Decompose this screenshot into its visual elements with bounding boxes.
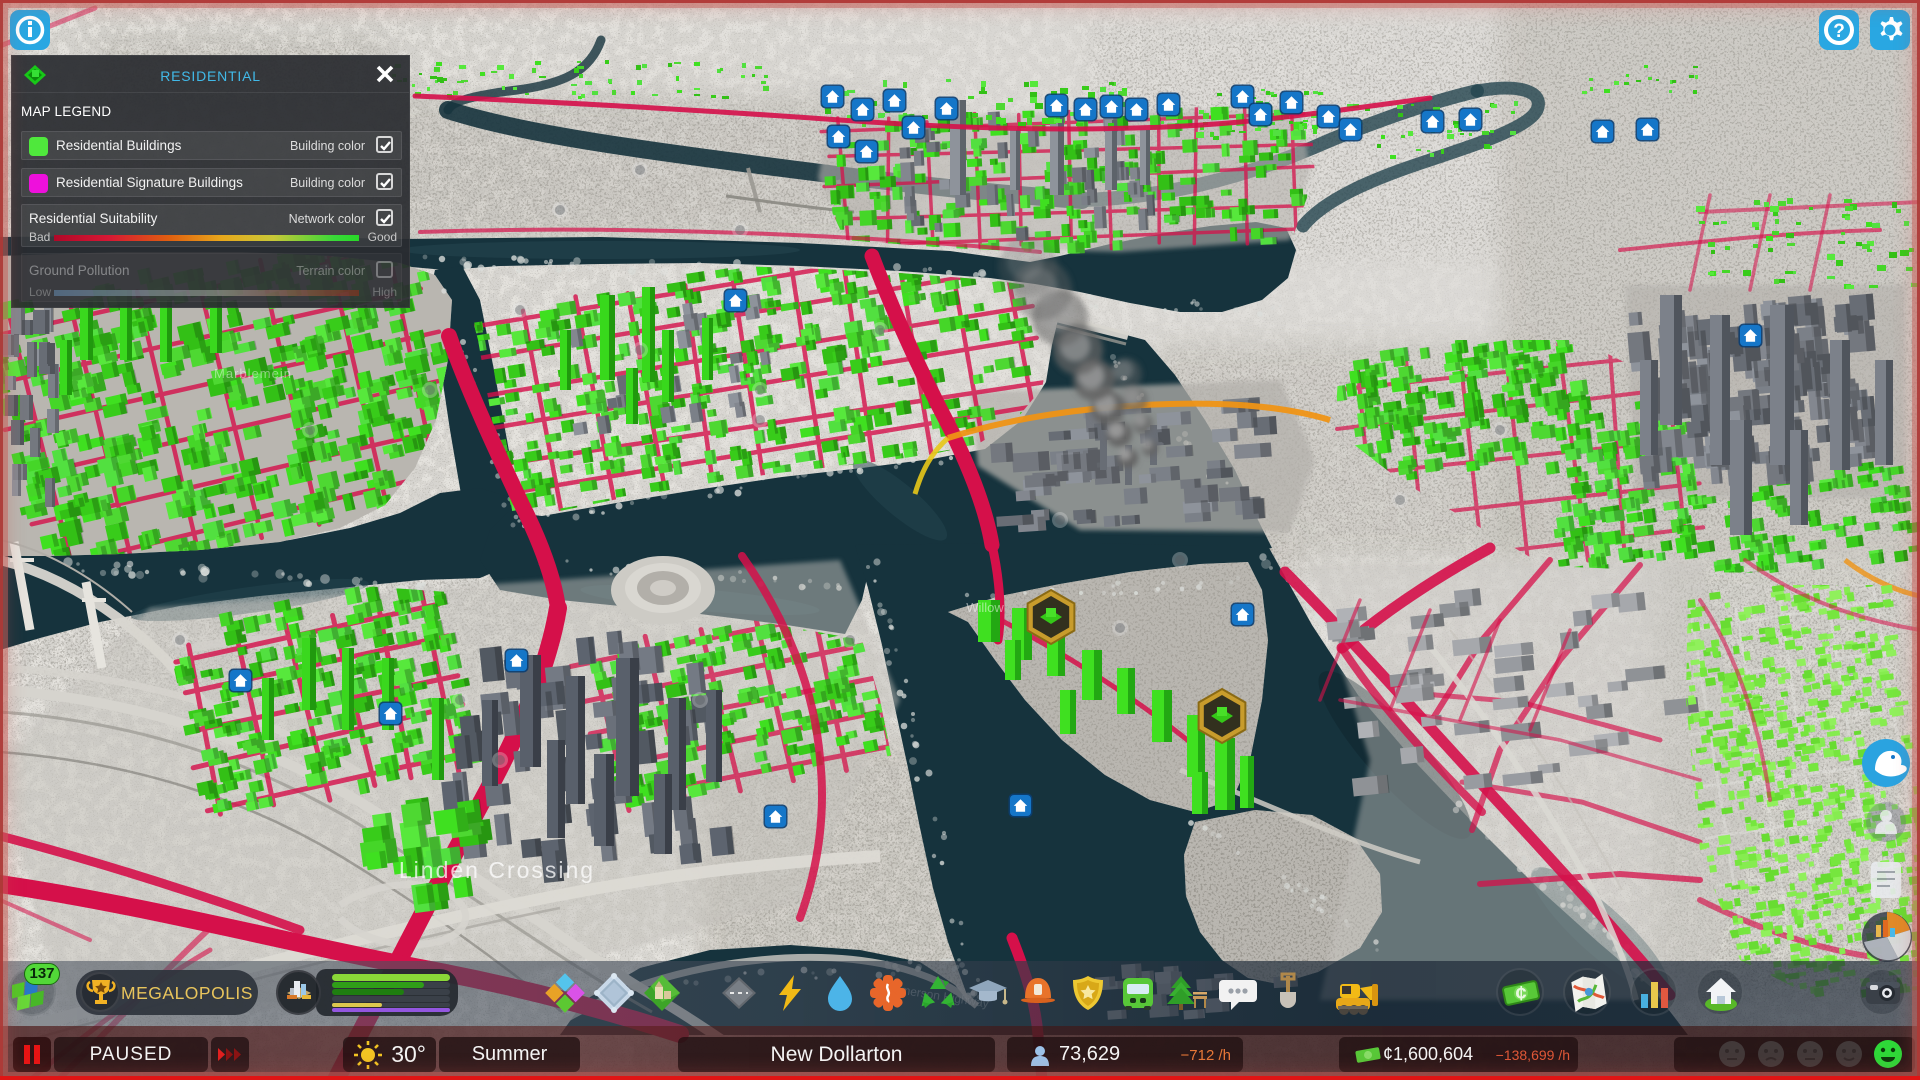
svg-text:Marblemein: Marblemein (214, 366, 292, 381)
svg-text:Willow: Willow (966, 600, 1004, 615)
svg-text:?: ? (1833, 21, 1845, 42)
svg-text:¢: ¢ (1515, 983, 1526, 1005)
svg-text:Linden Crossing: Linden Crossing (399, 857, 595, 883)
